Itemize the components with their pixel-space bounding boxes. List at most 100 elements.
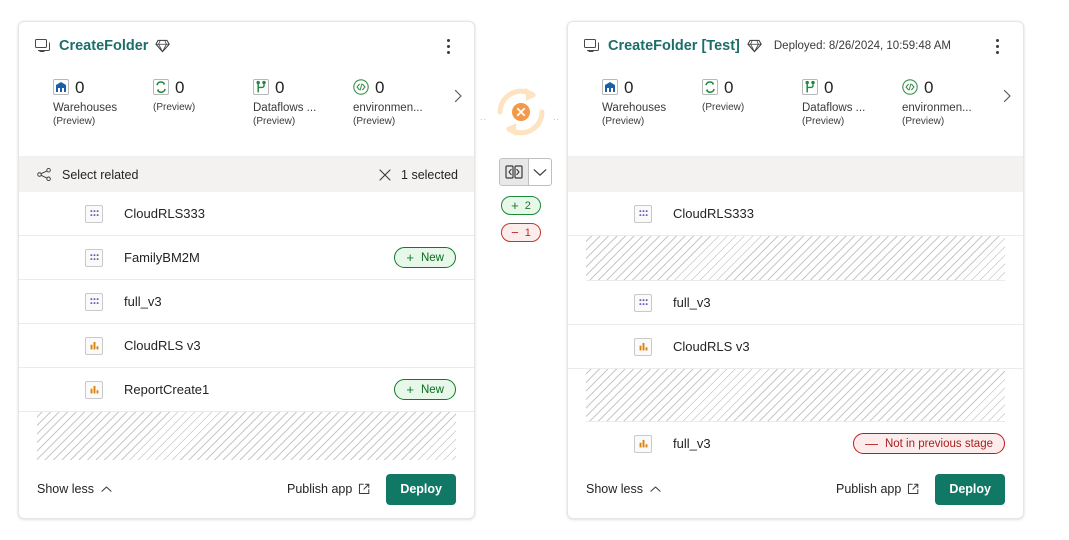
compare-options-button[interactable]	[529, 159, 551, 185]
stat-top: 0	[602, 76, 702, 98]
stat-warehouse-dev[interactable]: 0Warehouses(Preview)	[53, 76, 153, 127]
stat-top: 0	[353, 76, 453, 98]
stat-preview-label: (Preview)	[702, 102, 802, 113]
stat-dataflow-gen2-dev[interactable]: 0(Preview)	[153, 76, 253, 113]
publish-app-label: Publish app	[836, 482, 901, 496]
external-link-icon	[907, 483, 919, 495]
environment-icon	[353, 79, 369, 95]
badge-symbol-icon: +	[406, 383, 414, 396]
report-icon	[85, 381, 103, 399]
more-options-button-dev[interactable]	[436, 33, 460, 59]
dataflows-icon	[253, 79, 269, 95]
dataflow-gen2-icon	[153, 79, 169, 95]
deployment-pipeline-view: CreateFolder0Warehouses(Preview)0(Previe…	[0, 0, 1069, 540]
environment-icon	[902, 79, 918, 95]
stat-label: environmen...	[353, 102, 453, 114]
list-item[interactable]: CloudRLS333	[19, 192, 474, 236]
badge-symbol-icon: —	[865, 437, 878, 450]
dataflows-icon	[802, 79, 818, 95]
list-item-label: CloudRLS v3	[124, 338, 201, 353]
show-less-label: Show less	[586, 482, 643, 496]
stat-count: 0	[175, 79, 184, 96]
card-footer-dev: Show less Publish app Deploy	[19, 460, 474, 518]
share-icon	[37, 168, 52, 181]
stat-preview-label: (Preview)	[53, 116, 153, 127]
list-item[interactable]: CloudRLS v3	[19, 324, 474, 368]
stat-top: 0	[53, 76, 153, 98]
stat-count: 0	[624, 79, 633, 96]
clear-selection-button[interactable]: 1 selected	[379, 168, 458, 182]
list-item[interactable]: full_v3	[19, 280, 474, 324]
stats-next-button-test[interactable]	[999, 88, 1015, 104]
list-item[interactable]: full_v3	[568, 281, 1023, 325]
badge-label: New	[421, 252, 444, 264]
kebab-dot	[447, 51, 450, 54]
show-less-button-dev[interactable]: Show less	[37, 482, 112, 496]
stat-dataflows-test[interactable]: 0 Dataflows ... (Preview)	[802, 76, 902, 127]
list-item[interactable]: full_v3—Not in previous stage	[568, 422, 1023, 460]
publish-app-label: Publish app	[287, 482, 352, 496]
list-item[interactable]: CloudRLS333	[568, 192, 1023, 236]
stat-label: Dataflows ...	[253, 102, 353, 114]
page-title-dev: CreateFolder	[59, 38, 148, 54]
list-item[interactable]: FamilyBM2M+New	[19, 236, 474, 280]
hidden-items-placeholder	[37, 412, 456, 460]
plus-icon: +	[511, 199, 519, 212]
footer-actions: Publish app Deploy	[836, 474, 1005, 505]
stat-dataflow-gen2-test[interactable]: 0 (Preview)	[702, 76, 802, 113]
show-less-button-test[interactable]: Show less	[586, 482, 661, 496]
compare-button[interactable]	[500, 159, 529, 185]
list-item[interactable]: ReportCreate1+New	[19, 368, 474, 412]
stat-count: 0	[924, 79, 933, 96]
stats-next-button-dev[interactable]	[450, 88, 466, 104]
select-related-bar-dev[interactable]: Select related 1 selected	[19, 156, 474, 192]
list-item-label: full_v3	[673, 295, 711, 310]
list-item[interactable]: CloudRLS v3	[568, 325, 1023, 369]
stat-count: 0	[724, 79, 733, 96]
status-badge-new: +New	[394, 379, 456, 400]
stat-preview-label: (Preview)	[802, 116, 902, 127]
stat-label: environmen...	[902, 102, 1002, 114]
report-icon	[634, 435, 652, 453]
card-header-test: CreateFolder [Test]Deployed: 8/26/2024, …	[568, 22, 1023, 70]
publish-app-button-test[interactable]: Publish app	[836, 482, 919, 496]
hidden-items-placeholder	[586, 369, 1005, 422]
card-header-left: CreateFolder	[35, 38, 436, 54]
stat-preview-label: (Preview)	[253, 116, 353, 127]
more-options-button-test[interactable]	[985, 33, 1009, 59]
stat-count: 0	[75, 79, 84, 96]
stat-dataflows-dev[interactable]: 0 Dataflows ... (Preview)	[253, 76, 353, 127]
deploy-button-dev[interactable]: Deploy	[386, 474, 456, 505]
chevron-up-icon	[101, 485, 112, 493]
stat-preview-label: (Preview)	[353, 116, 453, 127]
select-related-label: Select related	[62, 168, 138, 182]
stat-count: 0	[824, 79, 833, 96]
connector-dots-left: ..	[480, 112, 487, 122]
list-item-label: CloudRLS v3	[673, 339, 750, 354]
stat-environment-test[interactable]: 0environmen...(Preview)	[902, 76, 1002, 127]
card-header-dev: CreateFolder	[19, 22, 474, 70]
warehouse-icon	[53, 79, 69, 95]
diamond-icon	[155, 39, 170, 53]
stage-card-test: CreateFolder [Test]Deployed: 8/26/2024, …	[567, 21, 1024, 519]
kebab-dot	[447, 39, 450, 42]
hidden-items-placeholder	[586, 236, 1005, 281]
publish-app-button-dev[interactable]: Publish app	[287, 482, 370, 496]
stat-label: Dataflows ...	[802, 102, 902, 114]
footer-actions: Publish app Deploy	[287, 474, 456, 505]
stats-strip-test: 0Warehouses(Preview)0(Preview)0Dataflows…	[568, 70, 1023, 156]
badge-symbol-icon: +	[406, 251, 414, 264]
semantic-model-icon	[85, 249, 103, 267]
semantic-model-icon	[85, 293, 103, 311]
page-title-test: CreateFolder [Test]	[608, 38, 740, 54]
stat-top: 0	[902, 76, 1002, 98]
stat-count: 0	[275, 79, 284, 96]
stat-top: 0	[702, 76, 802, 98]
deploy-button-test[interactable]: Deploy	[935, 474, 1005, 505]
chevron-up-icon	[650, 485, 661, 493]
stat-count: 0	[375, 79, 384, 96]
stat-warehouse-test[interactable]: 0Warehouses(Preview)	[602, 76, 702, 127]
stat-top: 0	[253, 76, 353, 98]
stat-environment-dev[interactable]: 0 environmen... (Preview)	[353, 76, 453, 127]
badge-label: Not in previous stage	[885, 438, 993, 450]
